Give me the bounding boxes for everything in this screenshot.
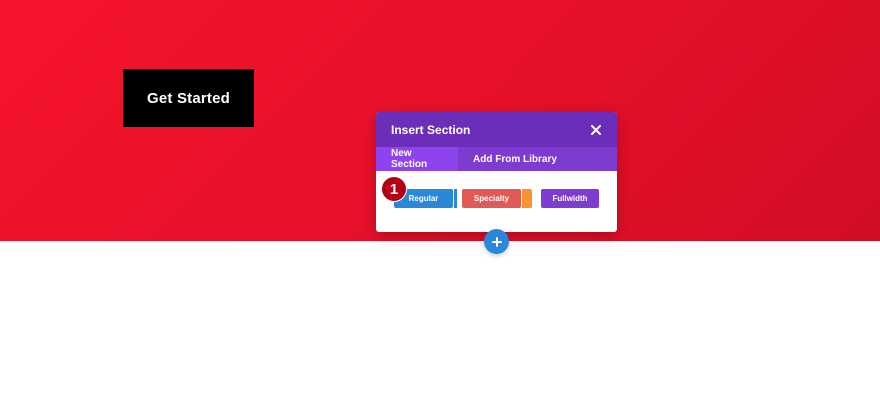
regular-accent-bar <box>454 189 457 208</box>
add-section-button[interactable] <box>484 229 509 254</box>
tab-new-section[interactable]: New Section <box>376 147 458 171</box>
insert-section-modal: Insert Section New Section Add From Libr… <box>376 112 617 232</box>
modal-title: Insert Section <box>391 122 471 137</box>
close-icon[interactable] <box>589 123 603 137</box>
modal-tabs: New Section Add From Library <box>376 147 617 171</box>
plus-icon <box>491 236 502 247</box>
specialty-button[interactable]: Specialty <box>462 189 521 208</box>
modal-header: Insert Section <box>376 112 617 147</box>
modal-body: Regular Specialty Fullwidth <box>376 171 617 232</box>
tab-add-from-library[interactable]: Add From Library <box>458 147 572 171</box>
step-badge: 1 <box>381 176 407 202</box>
get-started-button[interactable]: Get Started <box>123 69 254 127</box>
specialty-accent-bar <box>522 189 532 208</box>
fullwidth-button[interactable]: Fullwidth <box>541 189 599 208</box>
